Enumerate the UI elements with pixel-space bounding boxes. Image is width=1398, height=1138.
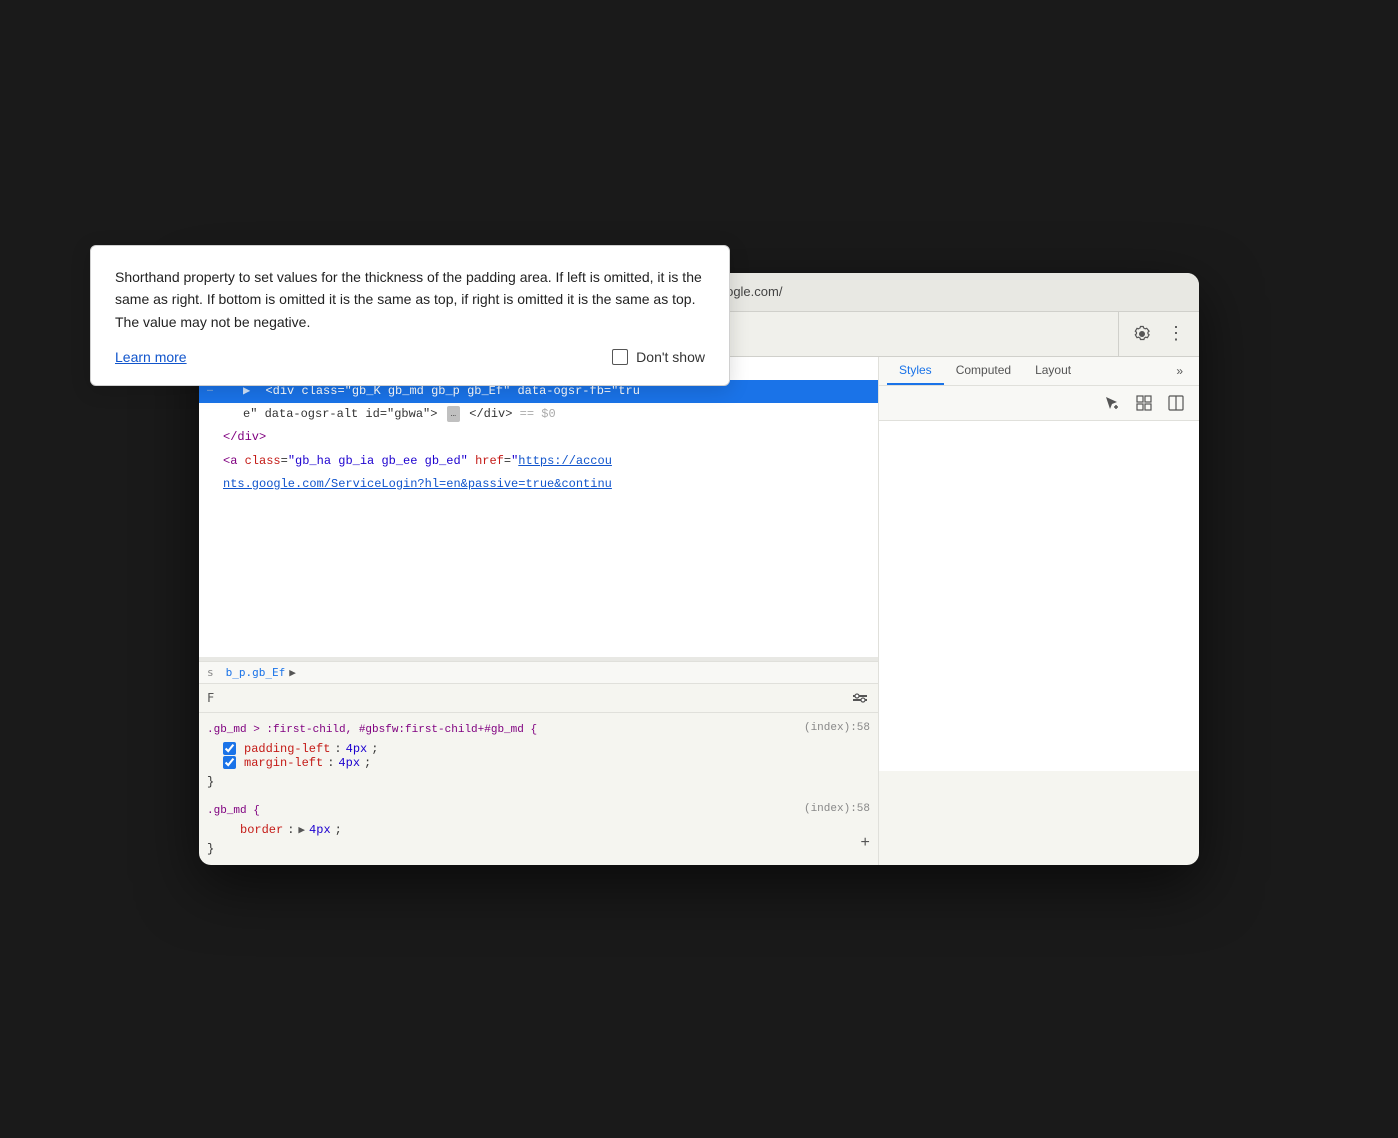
margin-left-checkbox[interactable] [223,756,236,769]
styles-rule-1-close: } [199,770,878,794]
right-panel: Styles Computed Layout » [879,357,1199,865]
tooltip-popup: Shorthand property to set values for the… [199,273,730,386]
right-panel-toolbar [879,386,1199,421]
add-style-rule-icon[interactable] [1101,392,1123,414]
dont-show-label: Don't show [636,349,705,365]
toggle-panel-icon[interactable] [1165,392,1187,414]
prop-name-border: border [240,823,283,837]
line-number-1: (index):58 [804,719,870,738]
right-tab-layout[interactable]: Layout [1023,357,1083,385]
line-number-2: (index):58 [804,800,870,819]
devtools-window: DevTools - www.google.com/ Elements [199,273,1199,865]
styles-toolbar-right [850,688,870,708]
styles-content: .gb_md > :first-child, #gbsfw:first-chil… [199,713,878,865]
dom-line-4[interactable]: </div> [199,426,878,449]
prop-value-border[interactable]: 4px [309,823,331,837]
right-tabs-more-button[interactable]: » [1168,358,1191,384]
right-tab-styles[interactable]: Styles [887,357,944,385]
breadcrumb-arrow-icon: ▶ [289,666,296,679]
breadcrumb-bar: s b_p.gb_Ef ▶ [199,661,878,684]
more-vert-icon[interactable]: ⋮ [1165,323,1187,345]
styles-rule-2-selector: .gb_md { (index):58 [199,798,878,823]
dom-line-6[interactable]: nts.google.com/ServiceLogin?hl=en&passiv… [199,473,878,496]
styles-prop-padding-left: padding-left : 4px ; [199,742,878,756]
dom-line-3[interactable]: e" data-ogsr-alt id="gbwa"> … </div> == … [199,403,878,426]
breadcrumb-item[interactable]: b_p.gb_Ef [226,666,286,679]
elements-panel: ▼ <div class="gb_Zc"> … ▶ <div class="gb… [199,357,878,657]
tooltip-text: Shorthand property to set values for the… [199,273,705,333]
styles-prop-margin-left: margin-left : 4px ; [199,756,878,770]
inspect-icon[interactable] [1133,392,1155,414]
left-panel: ▼ <div class="gb_Zc"> … ▶ <div class="gb… [199,357,879,865]
prop-value-margin-left[interactable]: 4px [338,756,360,770]
prop-name-margin-left: margin-left [244,756,323,770]
dont-show-area: Don't show [612,349,705,365]
panels-row: ▼ <div class="gb_Zc"> … ▶ <div class="gb… [199,357,1199,865]
styles-prop-border: border : ▶ 4px ; [199,823,878,837]
right-panel-content [879,421,1199,771]
prop-name-padding-left: padding-left [244,742,330,756]
padding-left-checkbox[interactable] [223,742,236,755]
styles-section: s b_p.gb_Ef ▶ F [199,661,878,865]
tooltip-footer: Learn more Don't show [199,349,705,365]
right-tab-computed[interactable]: Computed [944,357,1023,385]
add-style-button[interactable]: + [860,830,870,857]
styles-icon-1[interactable] [850,688,870,708]
styles-rule-2-close: } + [199,837,878,861]
tab-bar-right-icons: ⋮ [1118,312,1199,356]
dom-line-5[interactable]: <a class="gb_ha gb_ia gb_ee gb_ed" href=… [199,450,878,473]
gear-icon[interactable] [1131,323,1153,345]
styles-rule-1-selector: .gb_md > :first-child, #gbsfw:first-chil… [199,717,878,742]
dont-show-checkbox[interactable] [612,349,628,365]
prop-value-padding-left[interactable]: 4px [346,742,368,756]
right-tabs: Styles Computed Layout » [879,357,1199,386]
styles-toolbar: F [199,684,878,713]
border-expand-icon[interactable]: ▶ [298,823,305,837]
